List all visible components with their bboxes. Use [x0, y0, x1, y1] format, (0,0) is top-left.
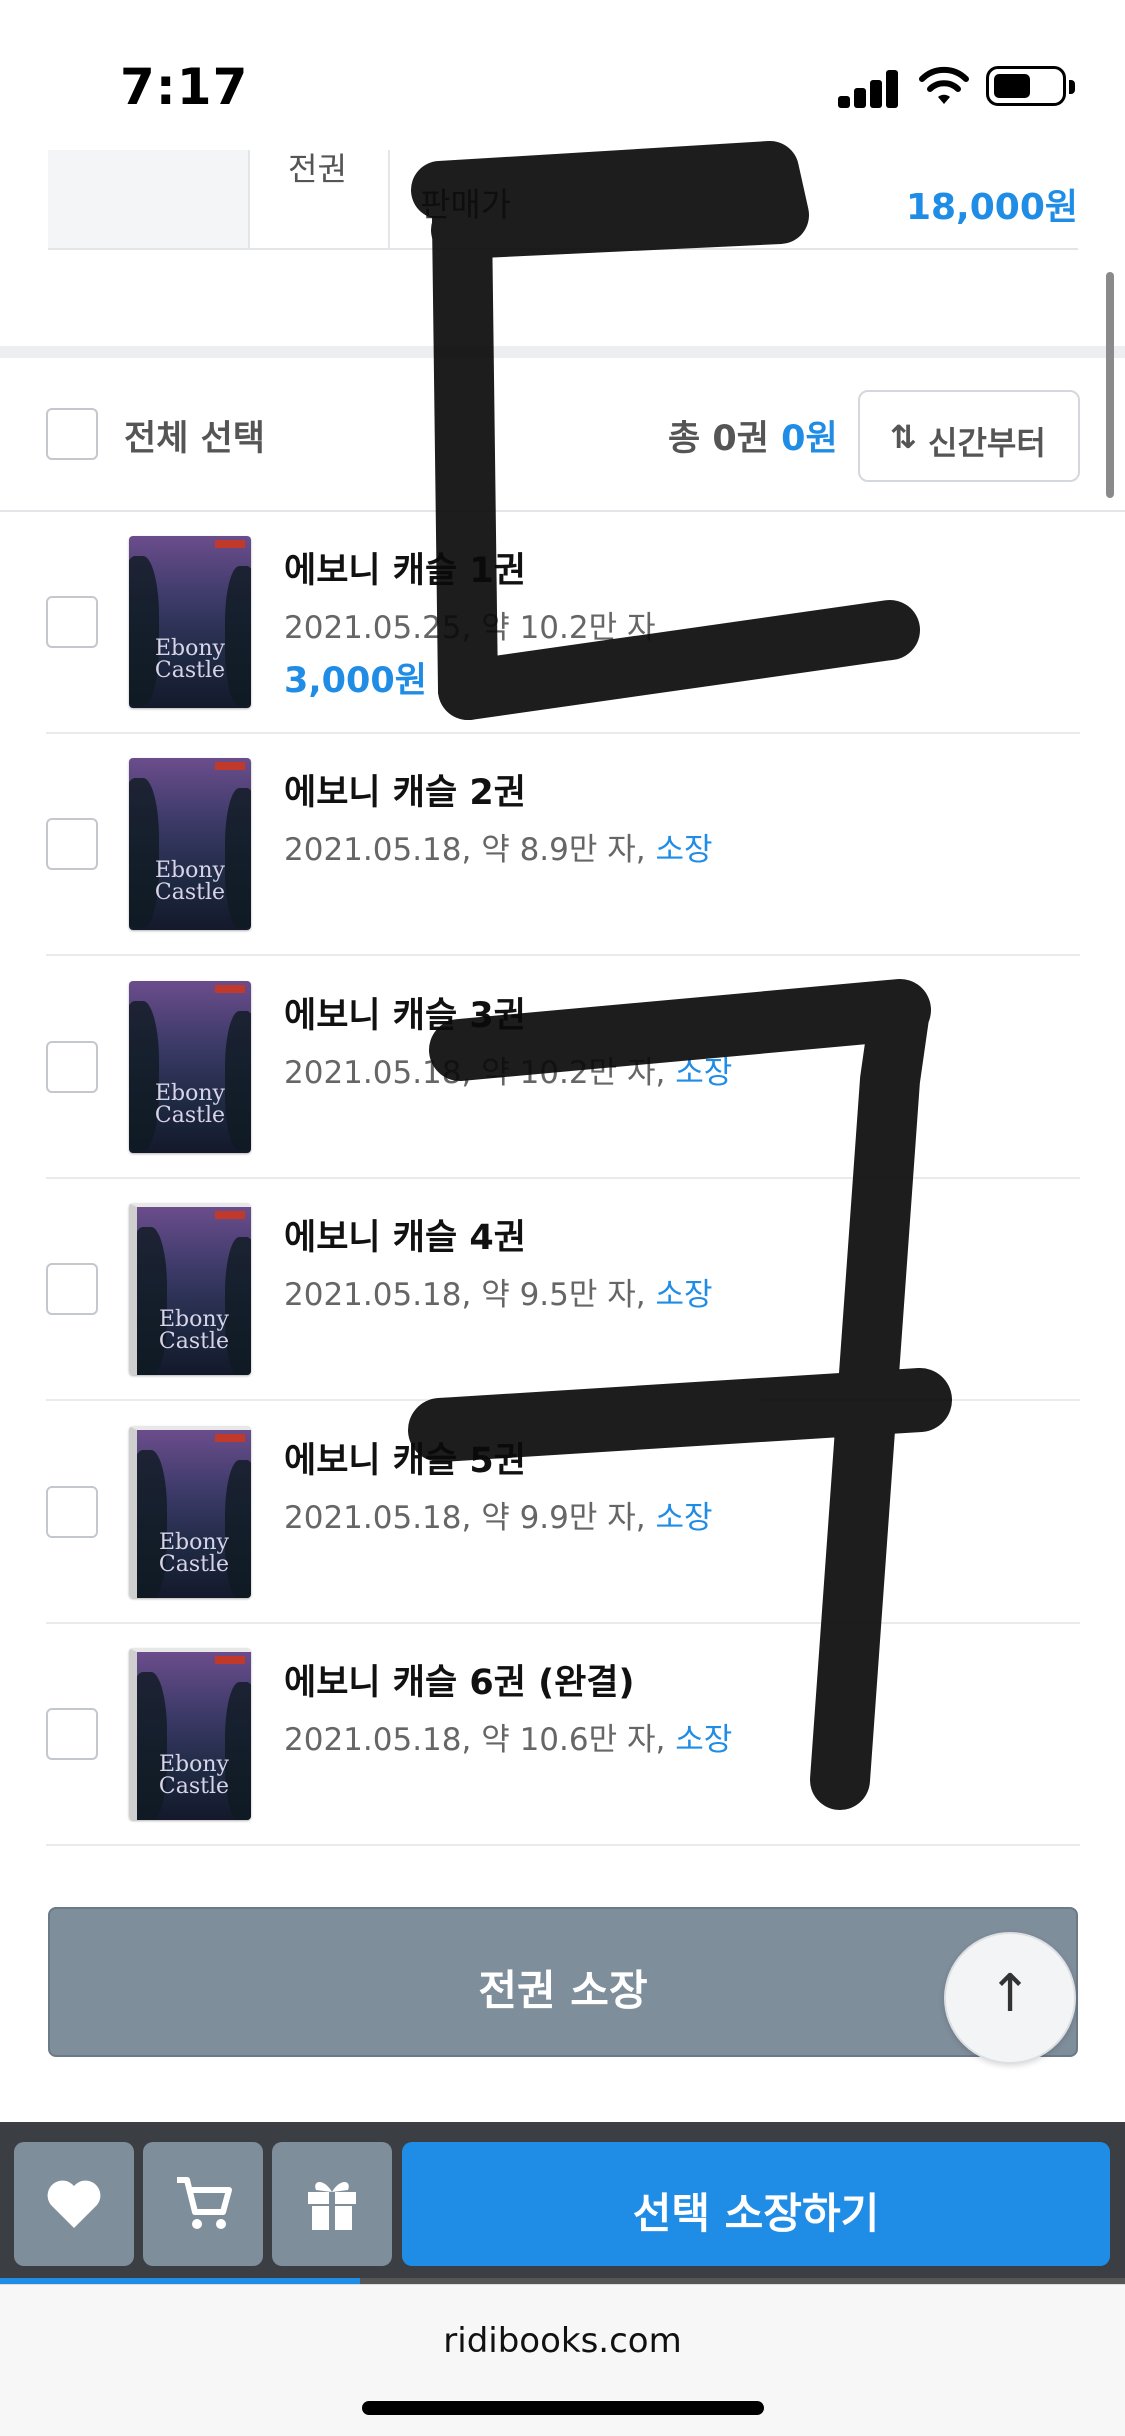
status-bar: 7:17 — [0, 0, 1125, 150]
book-info: 2021.05.18, 약 9.5만 자, — [284, 1277, 656, 1313]
book-meta: 2021.05.18, 약 10.2만 자, 소장 — [284, 1047, 732, 1092]
action-bar: 선택 소장하기 — [0, 2122, 1125, 2280]
book-meta: 2021.05.18, 약 8.9만 자, 소장 — [284, 824, 713, 869]
heart-icon — [47, 2180, 101, 2228]
cover-title-line-2: Castle — [158, 1329, 230, 1354]
sort-button[interactable]: ⇅ 신간부터 — [858, 390, 1080, 482]
select-all-checkbox[interactable] — [46, 408, 98, 460]
book-info: 2021.05.18, 약 9.9만 자, — [284, 1500, 656, 1536]
book-row[interactable]: Ebony Castle 에보니 캐슬 6권 (완결) 2021.05.18, … — [46, 1624, 1080, 1846]
cover-title-line-2: Castle — [154, 658, 226, 683]
book-cover[interactable]: Ebony Castle — [129, 1648, 251, 1820]
cover-title-line-2: Castle — [158, 1552, 230, 1577]
book-row[interactable]: Ebony Castle 에보니 캐슬 4권 2021.05.18, 약 9.5… — [46, 1179, 1080, 1401]
home-indicator[interactable] — [362, 2401, 764, 2415]
book-title[interactable]: 에보니 캐슬 6권 (완결) — [284, 1654, 635, 1705]
book-row[interactable]: Ebony Castle 에보니 캐슬 2권 2021.05.18, 약 8.9… — [46, 734, 1080, 956]
book-checkbox[interactable] — [46, 1041, 98, 1093]
book-info: 2021.05.18, 약 8.9만 자, — [284, 832, 656, 868]
book-meta: 2021.05.25, 약 10.2만 자 — [284, 602, 656, 647]
cover-title-line-1: Ebony — [159, 1530, 229, 1555]
book-cover[interactable]: Ebony Castle — [129, 1426, 251, 1598]
cover-title-line-1: Ebony — [155, 636, 225, 661]
sort-label: 신간부터 — [928, 424, 1046, 462]
gift-icon — [308, 2182, 356, 2230]
book-info: 2021.05.25, 약 10.2만 자 — [284, 610, 656, 646]
book-meta: 2021.05.18, 약 9.9만 자, 소장 — [284, 1492, 713, 1537]
selection-amount: 0원 — [781, 419, 838, 459]
book-row[interactable]: Ebony Castle 에보니 캐슬 1권 2021.05.25, 약 10.… — [46, 512, 1080, 734]
book-title[interactable]: 에보니 캐슬 1권 — [284, 542, 526, 593]
owned-badge: 소장 — [655, 1500, 713, 1536]
wishlist-button[interactable] — [14, 2142, 134, 2266]
book-cover[interactable]: Ebony Castle — [129, 981, 251, 1153]
book-title[interactable]: 에보니 캐슬 2권 — [284, 764, 526, 815]
selection-count: 총 0권 — [668, 419, 769, 459]
cellular-signal-icon — [838, 70, 900, 108]
book-title[interactable]: 에보니 캐슬 3권 — [284, 987, 526, 1038]
book-checkbox[interactable] — [46, 818, 98, 870]
section-divider — [0, 346, 1125, 358]
cover-title-line-2: Castle — [154, 1103, 226, 1128]
own-all-button[interactable]: 전권 소장 — [48, 1907, 1078, 2057]
arrow-up-icon: ↑ — [988, 1964, 1032, 2024]
selection-total: 총 0권 0원 — [668, 410, 838, 461]
own-all-label: 전권 소장 — [478, 1966, 648, 2015]
scrollbar[interactable] — [1106, 272, 1114, 498]
book-checkbox[interactable] — [46, 1486, 98, 1538]
buy-selected-button[interactable]: 선택 소장하기 — [402, 2142, 1110, 2266]
owned-badge: 소장 — [675, 1055, 733, 1091]
book-info: 2021.05.18, 약 10.6만 자, — [284, 1722, 676, 1758]
cover-title-line-2: Castle — [158, 1774, 230, 1799]
price-table-row: 전권 판매가 18,000원 — [48, 150, 1078, 250]
owned-badge: 소장 — [675, 1722, 733, 1758]
book-checkbox[interactable] — [46, 596, 98, 648]
sort-arrows-icon: ⇅ — [890, 418, 917, 456]
cover-title-line-1: Ebony — [159, 1752, 229, 1777]
gift-button[interactable] — [272, 2142, 392, 2266]
scroll-to-top-button[interactable]: ↑ — [944, 1932, 1076, 2064]
cover-title-line-2: Castle — [154, 880, 226, 905]
book-info: 2021.05.18, 약 10.2만 자, — [284, 1055, 676, 1091]
owned-badge: 소장 — [655, 832, 713, 868]
cart-icon — [177, 2177, 232, 2229]
wifi-icon — [919, 66, 969, 104]
price-row-thumbnail — [48, 150, 250, 248]
book-checkbox[interactable] — [46, 1708, 98, 1760]
status-time: 7:17 — [120, 58, 249, 116]
book-cover[interactable]: Ebony Castle — [129, 758, 251, 930]
owned-badge: 소장 — [655, 1277, 713, 1313]
book-row[interactable]: Ebony Castle 에보니 캐슬 5권 2021.05.18, 약 9.9… — [46, 1402, 1080, 1624]
book-row[interactable]: Ebony Castle 에보니 캐슬 3권 2021.05.18, 약 10.… — [46, 957, 1080, 1179]
browser-address-bar: ridibooks.com — [0, 2284, 1125, 2436]
cover-title-line-1: Ebony — [155, 858, 225, 883]
book-title[interactable]: 에보니 캐슬 5권 — [284, 1432, 526, 1483]
book-meta: 2021.05.18, 약 10.6만 자, 소장 — [284, 1714, 732, 1759]
book-meta: 2021.05.18, 약 9.5만 자, 소장 — [284, 1269, 713, 1314]
cover-title-line-1: Ebony — [159, 1307, 229, 1332]
book-price: 3,000원 — [284, 661, 427, 701]
battery-icon — [986, 66, 1075, 106]
select-all-label[interactable]: 전체 선택 — [124, 410, 265, 461]
select-all-row: 전체 선택 총 0권 0원 ⇅ 신간부터 — [0, 358, 1125, 512]
buy-selected-label: 선택 소장하기 — [632, 2189, 880, 2238]
price-row-edition: 전권 — [288, 150, 347, 188]
cart-button[interactable] — [143, 2142, 263, 2266]
price-value: 18,000원 — [905, 187, 1078, 228]
book-cover[interactable]: Ebony Castle — [129, 536, 251, 708]
url-text[interactable]: ridibooks.com — [0, 2321, 1125, 2361]
cover-title-line-1: Ebony — [155, 1081, 225, 1106]
book-cover[interactable]: Ebony Castle — [129, 1203, 251, 1375]
price-label: 판매가 — [420, 185, 512, 224]
book-title[interactable]: 에보니 캐슬 4권 — [284, 1209, 526, 1260]
book-checkbox[interactable] — [46, 1263, 98, 1315]
